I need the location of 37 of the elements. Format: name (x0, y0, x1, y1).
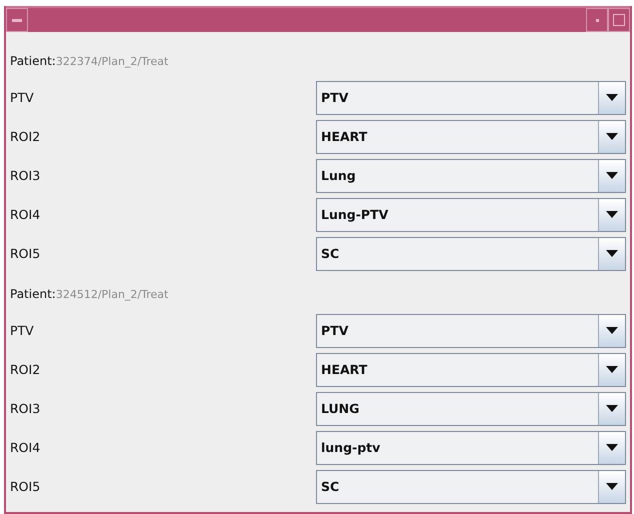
roi-label: ROI3 (10, 168, 42, 183)
dropdown-arrow-icon (606, 211, 618, 218)
minimize-button[interactable] (586, 8, 608, 32)
roi-label: PTV (10, 323, 35, 338)
dropdown-arrow-icon (606, 366, 618, 373)
roi-label: PTV (10, 90, 35, 105)
roi-label: ROI2 (10, 362, 42, 377)
maximize-button[interactable] (608, 8, 630, 32)
structure-dropdown[interactable]: Lung-PTV (316, 198, 626, 232)
patient-label: Patient: (10, 54, 56, 68)
roi-label: ROI5 (10, 246, 42, 261)
structure-dropdown[interactable]: HEART (316, 120, 626, 154)
structure-dropdown[interactable]: PTV (316, 314, 626, 348)
dropdown-arrow-icon (606, 172, 618, 179)
structure-dropdown[interactable]: PTV (316, 80, 626, 114)
dropdown-arrow-icon (606, 250, 618, 257)
dropdown-arrow-icon (606, 483, 618, 490)
structure-dropdown[interactable]: Lung (316, 158, 626, 192)
patient-id: 324512/Plan_2/Treat (56, 288, 168, 300)
patient-id: 322374/Plan_2/Treat (56, 54, 168, 68)
patient-label: Patient: (10, 287, 56, 301)
window-menu-button[interactable] (6, 8, 28, 32)
roi-label: ROI4 (10, 207, 42, 222)
dropdown-arrow-icon (606, 444, 618, 451)
dropdown-arrow-icon (606, 94, 618, 101)
roi-label: ROI3 (10, 401, 42, 416)
dropdown-arrow-icon (606, 405, 618, 412)
structure-dropdown[interactable]: SC (316, 470, 626, 504)
roi-label: ROI5 (10, 479, 42, 494)
dropdown-arrow-icon (606, 327, 618, 334)
structure-dropdown[interactable]: SC (316, 236, 626, 270)
dropdown-arrow-icon (606, 133, 618, 140)
roi-label: ROI2 (10, 129, 42, 144)
structure-dropdown[interactable]: HEART (316, 352, 626, 386)
structure-dropdown[interactable]: lung-ptv (316, 430, 626, 464)
roi-label: ROI4 (10, 440, 42, 455)
structure-dropdown[interactable]: LUNG (316, 392, 626, 426)
